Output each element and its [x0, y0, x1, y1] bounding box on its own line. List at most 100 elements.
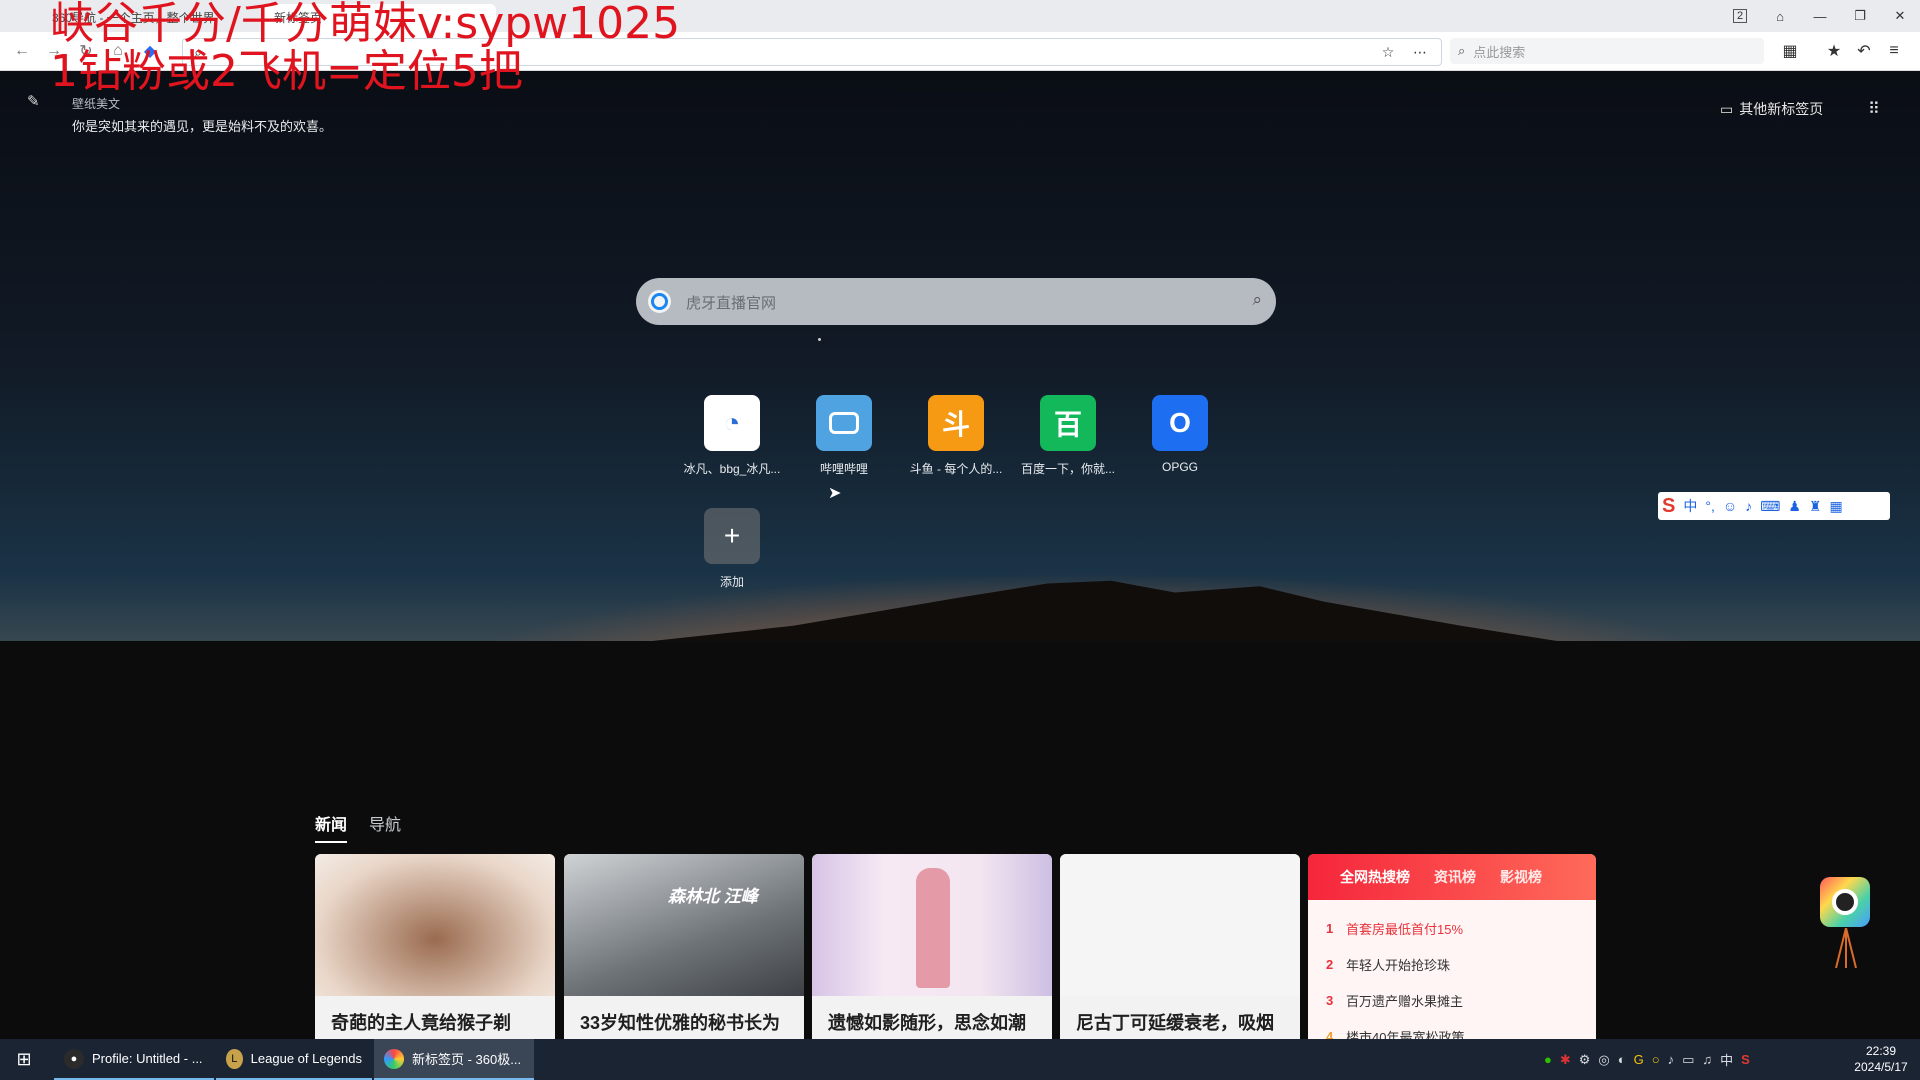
microphone-icon[interactable]: ♪: [1745, 498, 1752, 514]
system-clock[interactable]: 22:39 2024/5/17: [1846, 1043, 1916, 1075]
steam-icon[interactable]: ◎: [1598, 1052, 1609, 1068]
tab-news-rank[interactable]: 资讯榜: [1434, 867, 1476, 887]
taskbar-item-league[interactable]: L League of Legends: [216, 1039, 372, 1080]
news-card[interactable]: 尼古丁可延缓衰老，吸烟: [1060, 854, 1300, 1039]
news-image: [1060, 854, 1300, 996]
network-icon[interactable]: ▭: [1682, 1052, 1694, 1068]
tab-navigation[interactable]: 导航: [369, 811, 401, 843]
ime-indicator[interactable]: 中: [1720, 1050, 1733, 1069]
close-icon[interactable]: ✕: [1880, 0, 1920, 32]
hot-search-tabs: 全网热搜榜 资讯榜 影视榜: [1308, 854, 1596, 900]
hot-search-item[interactable]: 3 百万遗产赠水果摊主: [1326, 982, 1586, 1018]
apps-grid-icon[interactable]: ▦: [1778, 39, 1802, 63]
plus-icon: +: [704, 508, 760, 564]
news-title: 遗憾如影随形，思念如潮: [828, 1013, 1026, 1033]
user-icon[interactable]: ♟: [1788, 498, 1801, 515]
news-image-caption: 森林北 汪峰: [668, 887, 758, 906]
bookmark-star-icon[interactable]: ☆: [1379, 43, 1397, 61]
toolbox-icon[interactable]: ▦: [1829, 498, 1842, 515]
ime-mode[interactable]: 中: [1683, 496, 1697, 516]
news-tabs: 新闻 导航: [315, 811, 401, 843]
wallpaper-title: 壁纸美文: [72, 97, 121, 111]
apps-grid-icon[interactable]: ⠿: [1868, 99, 1880, 119]
add-shortcut-button[interactable]: + 添加: [677, 508, 787, 590]
taskbar-item-obs[interactable]: ● Profile: Untitled - ...: [54, 1039, 214, 1080]
shirt-icon[interactable]: ⌂: [1760, 0, 1800, 32]
shortcut-baidu[interactable]: 百 百度一下，你就...: [1013, 395, 1123, 477]
keyboard-icon[interactable]: ⌨: [1760, 498, 1780, 515]
taskbar-label: League of Legends: [250, 1051, 362, 1066]
news-image: [812, 854, 1052, 996]
wallpaper-quote: 你是突如其来的遇见，更是始料不及的欢喜。: [72, 119, 333, 134]
sogou-tray-icon[interactable]: S: [1741, 1052, 1750, 1067]
news-card[interactable]: 森林北 汪峰 33岁知性优雅的秘书长为: [564, 854, 804, 1039]
news-image: [315, 854, 555, 996]
news-card[interactable]: 奇葩的主人竟给猴子剃: [315, 854, 555, 1039]
main-search-box[interactable]: 虎牙直播官网 ⌕: [636, 278, 1276, 325]
search-icon[interactable]: ⌕: [1252, 290, 1262, 310]
tray-app-icon[interactable]: ◐: [1618, 1052, 1626, 1067]
camera-widget-icon[interactable]: [1820, 877, 1870, 927]
other-newtab-label: 其他新标签页: [1739, 101, 1824, 117]
sogou-icon: S: [1662, 494, 1676, 517]
indicator-dot: [818, 338, 821, 341]
restore-icon[interactable]: ❐: [1840, 0, 1880, 32]
shortcut-bilibili[interactable]: 哔哩哔哩: [789, 395, 899, 477]
hot-search-item[interactable]: 4 楼市40年最宽松政策: [1326, 1018, 1586, 1040]
favorites-icon[interactable]: ★: [1822, 39, 1846, 63]
tray-app-icon[interactable]: ⚙: [1579, 1052, 1591, 1068]
browser-360-icon: [384, 1048, 404, 1069]
shortcut-douyu[interactable]: 斗 斗鱼 - 每个人的...: [901, 395, 1011, 477]
overlay-text-line1: 峡谷千分/千分萌妹v:sypw1025: [50, 0, 681, 49]
shortcut-label: 斗鱼 - 每个人的...: [909, 462, 1003, 476]
tray-app-icon[interactable]: ○: [1652, 1052, 1660, 1067]
taskbar-label: 新标签页 - 360极...: [412, 1052, 522, 1067]
hot-search-list: 1 首套房最低首付15% 2 年轻人开始抢珍珠 3 百万遗产赠水果摊主 4 楼市…: [1326, 910, 1586, 1040]
opgg-icon: O: [1152, 395, 1208, 451]
menu-icon[interactable]: ≡: [1882, 39, 1906, 63]
minimize-icon[interactable]: —: [1800, 0, 1840, 32]
baidu-icon: 百: [1040, 395, 1096, 451]
other-newtab-button[interactable]: ▭ 其他新标签页: [1720, 99, 1823, 119]
main-search-placeholder: 虎牙直播官网: [686, 295, 777, 312]
side-search-placeholder: 点此搜索: [1473, 44, 1526, 60]
search-icon: ⌕: [1458, 43, 1466, 58]
news-card[interactable]: 遗憾如影随形，思念如潮: [812, 854, 1052, 1039]
wallpaper-pin-icon[interactable]: ✎: [27, 92, 45, 110]
emoji-icon[interactable]: ☺: [1723, 498, 1737, 514]
tab-news[interactable]: 新闻: [315, 811, 348, 843]
shortcut-label: 百度一下，你就...: [1020, 462, 1115, 476]
tab-count-badge[interactable]: 2: [1720, 0, 1760, 32]
side-search-box[interactable]: ⌕ 点此搜索: [1450, 38, 1764, 64]
add-label: 添加: [719, 575, 744, 589]
shortcut-label: 冰凡、bbg_冰凡...: [683, 462, 781, 476]
undo-icon[interactable]: ↶: [1852, 39, 1876, 63]
shortcut-label: OPGG: [1161, 460, 1198, 474]
tab-hot-search[interactable]: 全网热搜榜: [1340, 867, 1410, 887]
bbg-icon: ◔: [704, 395, 760, 451]
wechat-icon[interactable]: ●: [1544, 1052, 1552, 1067]
punctuation-icon[interactable]: °,: [1705, 498, 1715, 514]
newtab-icon: ▭: [1720, 100, 1734, 117]
hot-search-panel: 全网热搜榜 资讯榜 影视榜 1 首套房最低首付15% 2 年轻人开始抢珍珠 3 …: [1308, 854, 1596, 1039]
hot-search-item[interactable]: 2 年轻人开始抢珍珠: [1326, 946, 1586, 982]
hot-search-item[interactable]: 1 首套房最低首付15%: [1326, 910, 1586, 946]
back-icon[interactable]: ←: [10, 39, 34, 63]
bilibili-icon: [816, 395, 872, 451]
volume-icon[interactable]: ♫: [1702, 1052, 1712, 1067]
mouse-cursor-icon: ➤: [828, 485, 842, 502]
system-tray: ● ✱ ⚙ ◎ ◐ G ○ ♪ ▭ ♫ 中 S: [1544, 1039, 1750, 1080]
more-icon[interactable]: ⋯: [1411, 43, 1429, 61]
google-icon[interactable]: G: [1634, 1052, 1644, 1067]
skin-icon[interactable]: ♜: [1809, 498, 1822, 515]
shortcut-opgg[interactable]: O OPGG: [1125, 395, 1235, 474]
tray-app-icon[interactable]: ✱: [1560, 1052, 1571, 1068]
windows-start-icon[interactable]: ⊞: [0, 1039, 48, 1080]
ime-toolbar[interactable]: S 中 °, ☺ ♪ ⌨ ♟ ♜ ▦: [1658, 492, 1890, 520]
microphone-icon[interactable]: ♪: [1668, 1052, 1675, 1067]
news-image: 森林北 汪峰: [564, 854, 804, 996]
shortcut-bbg[interactable]: ◔ 冰凡、bbg_冰凡...: [677, 395, 787, 477]
taskbar-item-360-browser[interactable]: 新标签页 - 360极...: [374, 1039, 534, 1080]
tab-movie-rank[interactable]: 影视榜: [1500, 867, 1542, 887]
clock-date: 2024/5/17: [1854, 1060, 1908, 1074]
